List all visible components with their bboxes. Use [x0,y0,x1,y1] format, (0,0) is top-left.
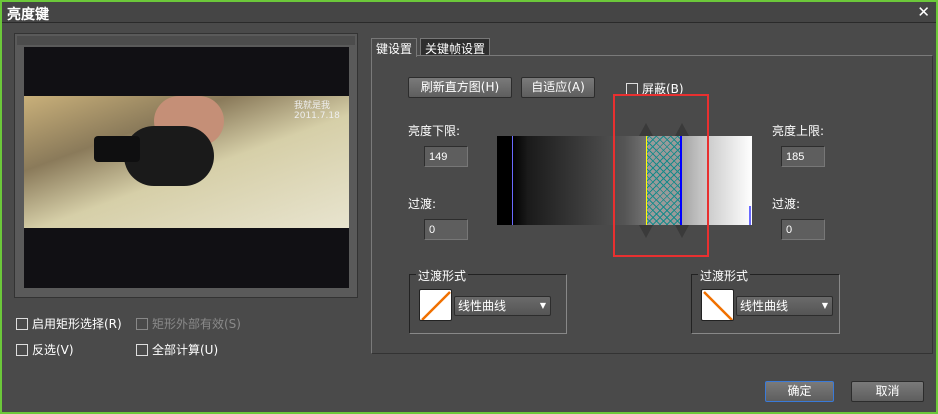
lower-transition-input[interactable] [424,219,468,240]
compute-all-checkbox[interactable]: 全部计算(U) [136,341,218,358]
auto-adapt-button[interactable]: 自适应(A) [521,77,595,98]
rect-outside-label: 矩形外部有效(S) [152,317,241,331]
lower-transition-label: 过渡: [408,197,437,211]
upper-transition-label: 过渡: [772,197,801,211]
rect-outside-checkbox[interactable]: 矩形外部有效(S) [136,315,241,332]
preview-scrollbar [17,36,355,45]
group-title: 过渡形式 [698,267,751,284]
preview-panel: 我就是我 2011.7.18 [14,33,358,298]
tab-keyframe-settings[interactable]: 关键帧设置 [420,38,491,56]
lower-limit-input[interactable] [424,146,468,167]
dropdown-value: 线性曲线 [740,299,789,313]
invert-label: 反选(V) [32,343,74,357]
ok-button[interactable]: 确定 [765,381,834,402]
invert-checkbox[interactable]: 反选(V) [16,341,74,358]
phone-image [94,136,140,162]
transition-shape-dropdown[interactable]: 线性曲线 ▼ [454,296,551,316]
linear-curve-icon [419,289,452,321]
chevron-down-icon: ▼ [821,301,828,310]
lower-limit-label: 亮度下限: [408,124,461,138]
compute-all-label: 全部计算(U) [152,343,219,357]
dropdown-value: 线性曲线 [458,299,507,313]
linear-curve-icon [701,289,734,321]
histogram-bar [749,206,751,225]
histogram-bar [512,136,513,225]
upper-limit-input[interactable] [781,146,825,167]
highlight-rectangle [613,94,709,257]
checkbox-icon [16,343,28,356]
enable-rect-label: 启用矩形选择(R) [32,317,122,331]
upper-transition-shape-group: 过渡形式 线性曲线 ▼ [691,267,840,334]
title-bar: 亮度键 ✕ [2,2,936,23]
chevron-down-icon: ▼ [539,301,546,310]
video-preview: 我就是我 2011.7.18 [24,47,349,288]
cancel-button[interactable]: 取消 [851,381,924,402]
close-icon[interactable]: ✕ [917,3,930,21]
checkbox-icon [16,317,28,330]
group-title: 过渡形式 [416,267,469,284]
video-caption: 我就是我 2011.7.18 [294,101,340,121]
tab-key-settings[interactable]: 键设置 [371,38,418,57]
upper-transition-input[interactable] [781,219,825,240]
checkbox-icon [136,317,148,330]
transition-shape-dropdown[interactable]: 线性曲线 ▼ [736,296,833,316]
checkbox-icon [136,343,148,356]
refresh-histogram-button[interactable]: 刷新直方图(H) [408,77,512,98]
video-frame: 我就是我 2011.7.18 [24,96,349,228]
checkbox-icon [626,82,638,95]
enable-rect-checkbox[interactable]: 启用矩形选择(R) [16,315,122,332]
upper-limit-label: 亮度上限: [772,124,825,138]
window-title: 亮度键 [7,7,49,23]
lower-transition-shape-group: 过渡形式 线性曲线 ▼ [409,267,567,334]
